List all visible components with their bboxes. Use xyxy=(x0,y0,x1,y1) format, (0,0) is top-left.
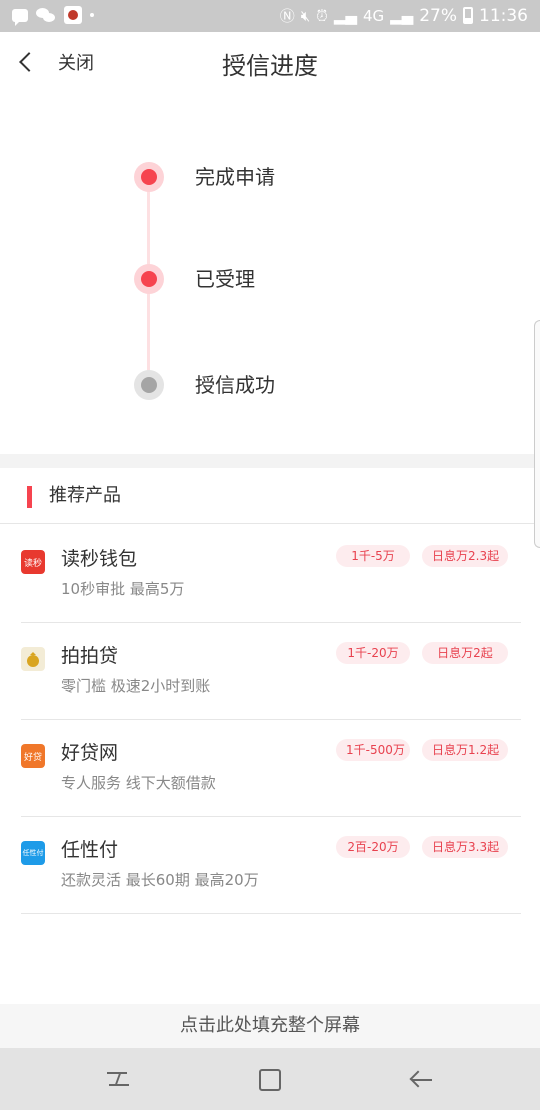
progress-step: 已受理 xyxy=(0,258,540,298)
amount-tag: 1千-20万 xyxy=(336,642,410,664)
alarm-icon: ⏰︎ xyxy=(316,6,328,25)
dumiao-icon: 读秒 xyxy=(21,550,45,574)
product-item-dumiao[interactable]: 读秒 读秒钱包 10秒审批 最高5万 1千-5万 日息万2.3起 xyxy=(0,526,540,623)
home-button[interactable] xyxy=(256,1066,284,1094)
section-divider xyxy=(0,454,540,468)
product-name: 读秒钱包 xyxy=(61,548,138,570)
edge-panel-handle[interactable] xyxy=(534,320,540,548)
amount-tag: 1千-5万 xyxy=(336,545,410,567)
rate-tag: 日息万3.3起 xyxy=(422,836,508,858)
amount-tag: 1千-500万 xyxy=(336,739,410,761)
paipaidai-icon xyxy=(21,647,45,671)
product-item-haodai[interactable]: 好贷 好贷网 专人服务 线下大额借款 1千-500万 日息万1.2起 xyxy=(0,720,540,817)
wechat-icon xyxy=(36,7,56,23)
more-notifications-icon xyxy=(90,13,94,17)
battery-percent: 27% xyxy=(419,5,457,26)
product-name: 好贷网 xyxy=(61,742,119,764)
section-accent-bar xyxy=(27,486,32,508)
app-icon xyxy=(64,6,82,24)
step-done-icon xyxy=(134,162,164,192)
divider xyxy=(21,913,521,914)
product-desc: 零门槛 极速2小时到账 xyxy=(61,677,211,695)
credit-progress: 完成申请 已受理 授信成功 xyxy=(0,90,540,454)
back-button[interactable] xyxy=(406,1066,434,1094)
step-done-icon xyxy=(134,264,164,294)
navigation-bar xyxy=(0,1048,540,1110)
product-desc: 专人服务 线下大额借款 xyxy=(61,774,216,792)
recommend-title: 推荐产品 xyxy=(49,485,121,506)
network-type: 4G xyxy=(362,6,385,25)
mute-icon: 🔇︎ xyxy=(300,6,311,25)
product-name: 任性付 xyxy=(61,839,119,861)
page-title: 授信进度 xyxy=(222,52,318,80)
nfc-icon: Ⓝ xyxy=(279,7,295,25)
fill-screen-button[interactable]: 点击此处填充整个屏幕 xyxy=(0,1004,540,1048)
signal-icon-2: ▂▄ xyxy=(390,6,414,25)
progress-step: 授信成功 xyxy=(0,364,540,404)
product-desc: 还款灵活 最长60期 最高20万 xyxy=(61,871,259,889)
product-name: 拍拍贷 xyxy=(61,645,119,667)
signal-icon: ▂▄ xyxy=(333,6,357,25)
recommend-header: 推荐产品 xyxy=(0,468,540,524)
product-item-paipaidai[interactable]: 拍拍贷 零门槛 极速2小时到账 1千-20万 日息万2起 xyxy=(0,623,540,720)
rate-tag: 日息万2起 xyxy=(422,642,508,664)
product-desc: 10秒审批 最高5万 xyxy=(61,580,185,598)
battery-icon xyxy=(463,7,473,24)
step-label: 已受理 xyxy=(195,267,255,291)
step-label: 授信成功 xyxy=(195,373,275,397)
step-pending-icon xyxy=(134,370,164,400)
message-icon xyxy=(12,8,28,26)
status-bar: Ⓝ 🔇︎ ⏰︎ ▂▄ 4G ▂▄ 27% 11:36 xyxy=(0,0,540,32)
product-item-renxingfu[interactable]: 任性付 任性付 还款灵活 最长60期 最高20万 2百-20万 日息万3.3起 xyxy=(0,817,540,914)
haodai-icon: 好贷 xyxy=(21,744,45,768)
renxingfu-icon: 任性付 xyxy=(21,841,45,865)
recent-apps-button[interactable] xyxy=(105,1066,133,1094)
clock: 11:36 xyxy=(479,5,528,26)
step-label: 完成申请 xyxy=(195,165,275,189)
header: 关闭 授信进度 xyxy=(0,32,540,90)
rate-tag: 日息万2.3起 xyxy=(422,545,508,567)
progress-step: 完成申请 xyxy=(0,156,540,196)
rate-tag: 日息万1.2起 xyxy=(422,739,508,761)
amount-tag: 2百-20万 xyxy=(336,836,410,858)
